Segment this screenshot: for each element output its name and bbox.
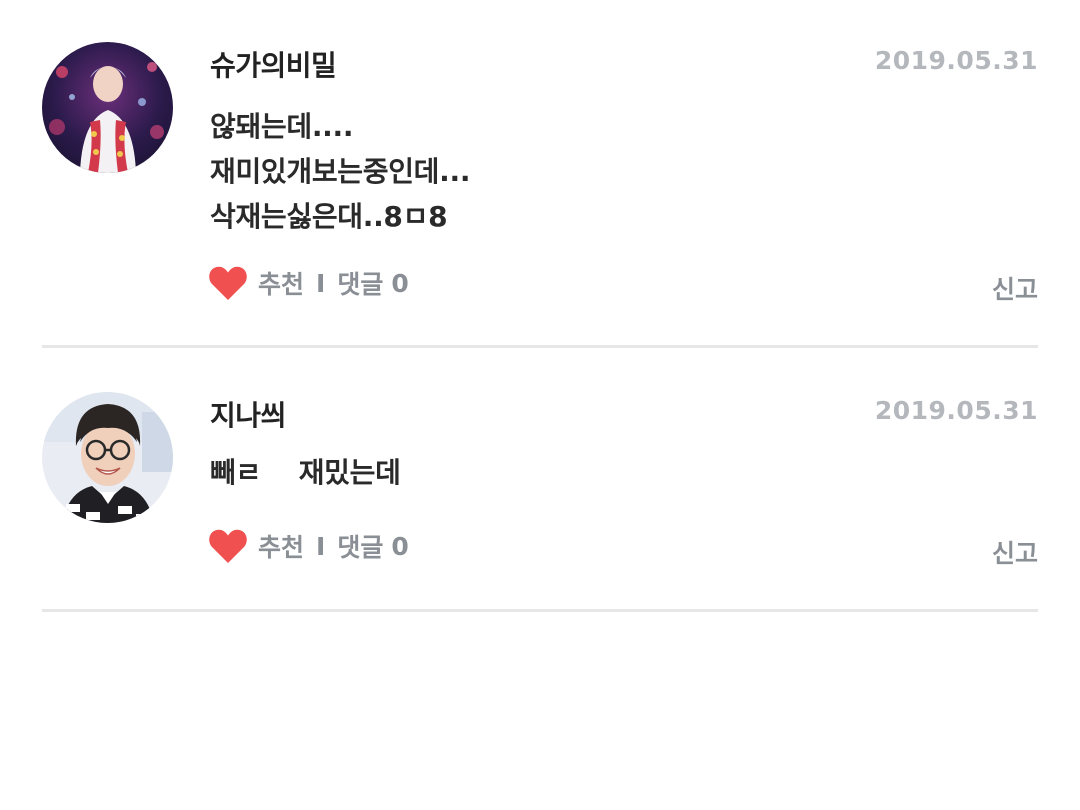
comment-body: 않돼는데.... 재미있개보는중인데... 삭재는싫은대..8ㅁ8 bbox=[210, 104, 470, 239]
comment-item: 지나씌 2019.05.31 빼ㄹ 재밌는데 추천 I 댓글 0 신고 bbox=[42, 392, 1038, 612]
comment-author[interactable]: 지나씌 bbox=[210, 394, 286, 434]
heart-icon[interactable] bbox=[208, 265, 248, 301]
reply-count: 0 bbox=[391, 531, 409, 561]
comment-actions: 추천 I 댓글 0 bbox=[208, 263, 409, 303]
comment-meta: 추천 I 댓글 0 bbox=[258, 265, 409, 301]
like-label[interactable]: 추천 bbox=[258, 528, 304, 564]
comment-body-line: 삭재는싫은대..8ㅁ8 bbox=[210, 200, 448, 233]
comment-body: 빼ㄹ 재밌는데 bbox=[210, 450, 401, 495]
reply-label[interactable]: 댓글 bbox=[337, 528, 383, 564]
reply-count: 0 bbox=[391, 268, 409, 298]
comment-meta: 추천 I 댓글 0 bbox=[258, 528, 409, 564]
divider bbox=[42, 609, 1038, 612]
reply-label[interactable]: 댓글 bbox=[337, 265, 383, 301]
like-label[interactable]: 추천 bbox=[258, 265, 304, 301]
heart-icon[interactable] bbox=[208, 528, 248, 564]
comment-body-line: 재미있개보는중인데... bbox=[210, 155, 471, 188]
avatar-image bbox=[42, 42, 173, 173]
report-button[interactable]: 신고 bbox=[992, 270, 1038, 306]
meta-separator: I bbox=[316, 268, 326, 298]
avatar[interactable] bbox=[42, 392, 173, 523]
report-button[interactable]: 신고 bbox=[992, 534, 1038, 570]
comment-date: 2019.05.31 bbox=[874, 396, 1038, 425]
comment-body-line: 빼ㄹ 재밌는데 bbox=[210, 456, 401, 489]
comment-author[interactable]: 슈가의비밀 bbox=[210, 44, 337, 84]
comment-body-line: 않돼는데.... bbox=[210, 110, 354, 143]
avatar[interactable] bbox=[42, 42, 173, 173]
comment-actions: 추천 I 댓글 0 bbox=[208, 526, 409, 566]
comment-date: 2019.05.31 bbox=[874, 46, 1038, 75]
meta-separator: I bbox=[316, 531, 326, 561]
comment-item: 슈가의비밀 2019.05.31 않돼는데.... 재미있개보는중인데... 삭… bbox=[42, 42, 1038, 348]
divider bbox=[42, 345, 1038, 348]
avatar-image bbox=[42, 392, 173, 523]
